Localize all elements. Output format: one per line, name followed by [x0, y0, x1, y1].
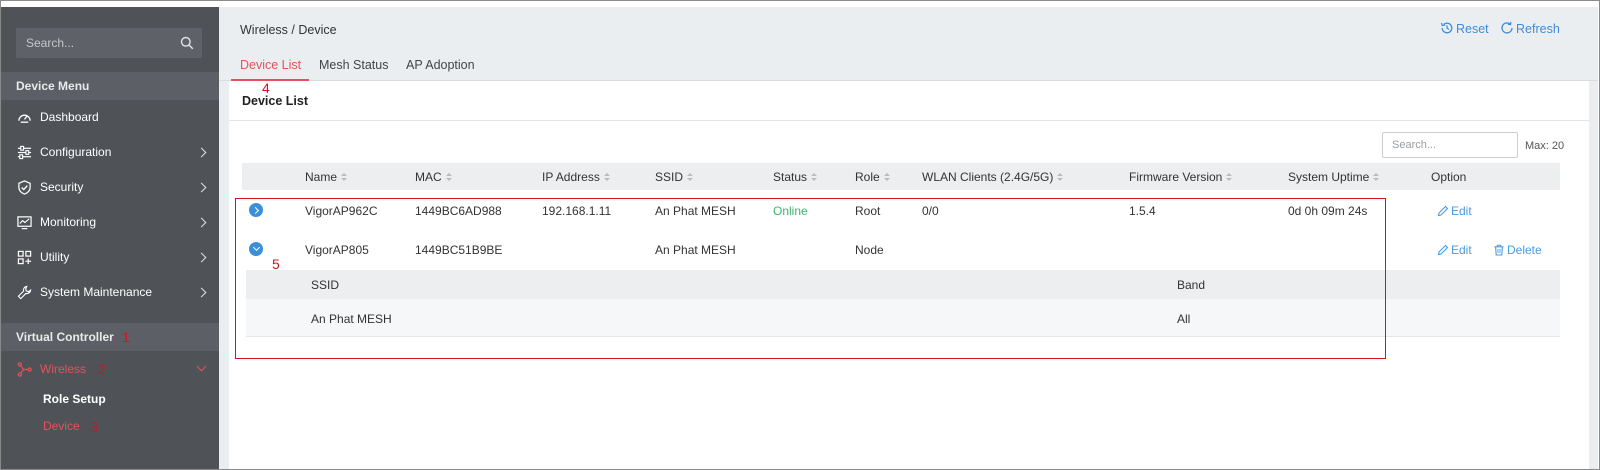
- edit-label: Edit: [1451, 204, 1472, 218]
- refresh-button[interactable]: Refresh: [1500, 21, 1560, 36]
- column-header-ssid[interactable]: SSID: [655, 170, 694, 184]
- column-header-label: Status: [773, 170, 808, 184]
- trash-icon: [1494, 244, 1504, 256]
- column-header-uptime[interactable]: System Uptime: [1288, 170, 1380, 184]
- annotation-2: 2: [98, 361, 106, 377]
- panel-title: Device List: [242, 94, 309, 108]
- search-icon[interactable]: [180, 36, 194, 50]
- column-header-option: Option: [1431, 170, 1467, 184]
- tab-mesh-status[interactable]: Mesh Status: [319, 58, 388, 72]
- column-header-role[interactable]: Role: [855, 170, 890, 184]
- delete-button[interactable]: Delete: [1493, 243, 1542, 257]
- grid-plus-icon: [17, 250, 32, 265]
- sidebar-item-security[interactable]: Security: [1, 172, 219, 202]
- sidebar-item-label: Security: [40, 180, 84, 194]
- sort-icon[interactable]: [811, 173, 818, 182]
- sidebar-item-configuration[interactable]: Configuration: [1, 137, 219, 167]
- column-header-label: Firmware Version: [1129, 170, 1223, 184]
- sort-icon[interactable]: [603, 173, 610, 182]
- edit-label: Edit: [1451, 243, 1472, 257]
- sort-icon[interactable]: [1373, 173, 1380, 182]
- tab-device-list[interactable]: Device List: [240, 58, 301, 72]
- column-header-mac[interactable]: MAC: [415, 170, 452, 184]
- reset-label: Reset: [1456, 22, 1489, 36]
- sidebar-item-label: Monitoring: [40, 215, 97, 229]
- sidebar-item-utility[interactable]: Utility: [1, 242, 219, 272]
- sidebar-item-wireless[interactable]: Wireless: [1, 354, 219, 384]
- sidebar-item-label: Utility: [40, 250, 70, 264]
- chevron-right-icon: [196, 147, 207, 158]
- sort-icon[interactable]: [445, 173, 452, 182]
- edit-button[interactable]: Edit: [1437, 204, 1472, 218]
- sort-icon[interactable]: [1057, 173, 1064, 182]
- sidebar-search-input[interactable]: [16, 28, 202, 58]
- sidebar-item-label: Configuration: [40, 145, 112, 159]
- pencil-icon: [1437, 244, 1449, 256]
- mesh-network-icon: [17, 362, 32, 377]
- edit-button[interactable]: Edit: [1437, 243, 1472, 257]
- active-tab-indicator: [231, 79, 309, 81]
- column-header-label: SSID: [655, 170, 684, 184]
- chevron-down-icon: [196, 361, 207, 372]
- wrench-icon: [17, 285, 32, 300]
- table-search-input[interactable]: [1383, 133, 1517, 157]
- sort-icon[interactable]: [1226, 173, 1233, 182]
- annotation-highlight-box: [235, 198, 1386, 359]
- sidebar-item-system-maintenance[interactable]: System Maintenance: [1, 277, 219, 307]
- annotation-1: 1: [122, 329, 130, 345]
- history-icon: [1440, 22, 1453, 34]
- annotation-3: 3: [90, 419, 98, 435]
- chevron-right-icon: [196, 252, 207, 263]
- sidebar-subitem-role-setup[interactable]: Role Setup: [43, 392, 106, 406]
- tab-ap-adoption[interactable]: AP Adoption: [406, 58, 475, 72]
- pencil-icon: [1437, 205, 1449, 217]
- sliders-icon: [17, 145, 32, 160]
- column-header-label: Name: [305, 170, 338, 184]
- column-header-label: IP Address: [542, 170, 600, 184]
- reset-button[interactable]: Reset: [1440, 21, 1489, 36]
- virtual-controller-header: Virtual Controller: [1, 323, 219, 351]
- chevron-right-icon: [196, 217, 207, 228]
- column-header-label: WLAN Clients (2.4G/5G): [922, 170, 1054, 184]
- refresh-label: Refresh: [1516, 22, 1560, 36]
- sidebar-subitem-device[interactable]: Device: [43, 419, 80, 433]
- column-header-ip[interactable]: IP Address: [542, 170, 610, 184]
- sort-icon[interactable]: [341, 173, 348, 182]
- sidebar-item-label: Wireless: [40, 362, 87, 376]
- content-gutter: [219, 81, 229, 469]
- gauge-icon: [18, 114, 31, 123]
- chevron-right-icon: [196, 182, 207, 193]
- column-header-name[interactable]: Name: [305, 170, 348, 184]
- column-header-firmware[interactable]: Firmware Version: [1129, 170, 1233, 184]
- refresh-icon: [1501, 21, 1513, 34]
- panel-divider: [229, 120, 1589, 121]
- sidebar-item-label: Dashboard: [40, 110, 99, 124]
- column-header-status[interactable]: Status: [773, 170, 818, 184]
- max-devices-label: Max: 20: [1525, 140, 1565, 152]
- column-header-label: System Uptime: [1288, 170, 1370, 184]
- column-header-label: Role: [855, 170, 880, 184]
- sort-icon[interactable]: [687, 173, 694, 182]
- table-search[interactable]: [1382, 132, 1518, 158]
- sidebar-item-label: System Maintenance: [40, 285, 153, 299]
- sort-icon[interactable]: [883, 173, 890, 182]
- device-menu-header: Device Menu: [1, 72, 219, 100]
- content-right-gutter: [1589, 81, 1598, 469]
- delete-label: Delete: [1507, 243, 1542, 257]
- chevron-right-icon: [196, 287, 207, 298]
- sidebar-item-dashboard[interactable]: Dashboard: [1, 102, 219, 132]
- sidebar-search[interactable]: [16, 28, 202, 58]
- column-header-wlan-clients[interactable]: WLAN Clients (2.4G/5G): [922, 170, 1064, 184]
- sidebar-item-monitoring[interactable]: Monitoring: [1, 207, 219, 237]
- shield-check-icon: [18, 180, 31, 195]
- header-bar: Wireless / Device Reset Refresh Device L…: [219, 7, 1598, 81]
- breadcrumb: Wireless / Device: [240, 23, 337, 37]
- monitor-chart-icon: [17, 216, 32, 230]
- column-header-label: MAC: [415, 170, 442, 184]
